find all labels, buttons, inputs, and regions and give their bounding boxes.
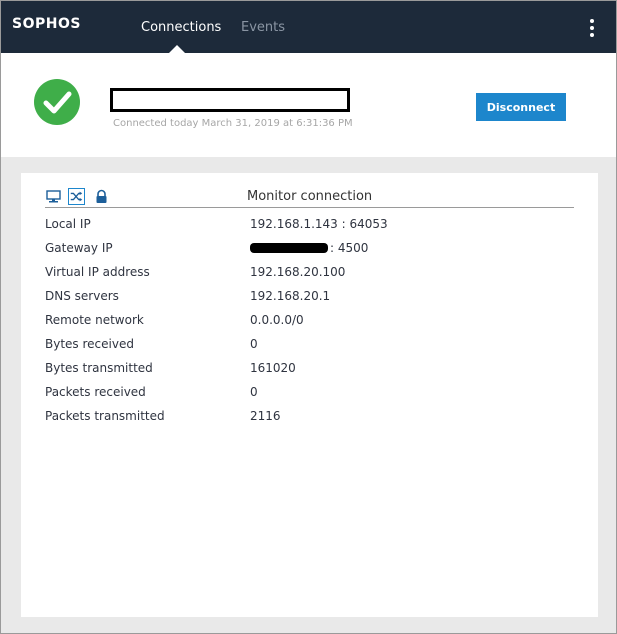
row-value: : 4500 bbox=[330, 241, 369, 255]
row-label: Bytes received bbox=[45, 337, 134, 351]
connection-status-panel: Connected today March 31, 2019 at 6:31:3… bbox=[1, 53, 616, 157]
tab-connections[interactable]: Connections bbox=[141, 20, 221, 35]
row-label: Virtual IP address bbox=[45, 265, 150, 279]
row-label: Packets transmitted bbox=[45, 409, 165, 423]
row-value: 0 bbox=[250, 385, 258, 399]
row-label: Gateway IP bbox=[45, 241, 113, 255]
redacted-gateway-address bbox=[250, 243, 328, 253]
row-value: 192.168.20.1 bbox=[250, 289, 331, 303]
connected-timestamp: Connected today March 31, 2019 at 6:31:3… bbox=[113, 118, 353, 129]
tab-events[interactable]: Events bbox=[241, 20, 285, 35]
row-label: Local IP bbox=[45, 217, 91, 231]
row-value: 0.0.0.0/0 bbox=[250, 313, 304, 327]
row-value: 2116 bbox=[250, 409, 281, 423]
active-tab-indicator bbox=[169, 45, 185, 53]
row-label: Packets received bbox=[45, 385, 146, 399]
divider bbox=[45, 207, 574, 208]
disconnect-button[interactable]: Disconnect bbox=[476, 93, 566, 121]
row-value: 192.168.1.143 : 64053 bbox=[250, 217, 388, 231]
connection-name-redacted bbox=[110, 88, 350, 112]
row-label: DNS servers bbox=[45, 289, 119, 303]
row-label: Remote network bbox=[45, 313, 144, 327]
app-window: SOPHOS Connections Events Connected toda… bbox=[0, 0, 617, 634]
row-value: 0 bbox=[250, 337, 258, 351]
lock-icon[interactable] bbox=[93, 188, 110, 205]
row-value: 161020 bbox=[250, 361, 296, 375]
top-bar: SOPHOS Connections Events bbox=[1, 1, 616, 53]
row-value-wrap: : 4500 bbox=[250, 241, 368, 255]
check-circle-icon bbox=[34, 79, 80, 125]
row-label: Bytes transmitted bbox=[45, 361, 153, 375]
shuffle-icon[interactable] bbox=[68, 188, 85, 205]
more-vertical-icon[interactable] bbox=[583, 15, 601, 41]
monitor-icon[interactable] bbox=[45, 188, 62, 205]
monitor-title: Monitor connection bbox=[247, 189, 373, 204]
row-value: 192.168.20.100 bbox=[250, 265, 346, 279]
sophos-logo: SOPHOS bbox=[12, 16, 81, 32]
monitor-connection-panel: Monitor connection Local IP 192.168.1.14… bbox=[21, 173, 598, 617]
